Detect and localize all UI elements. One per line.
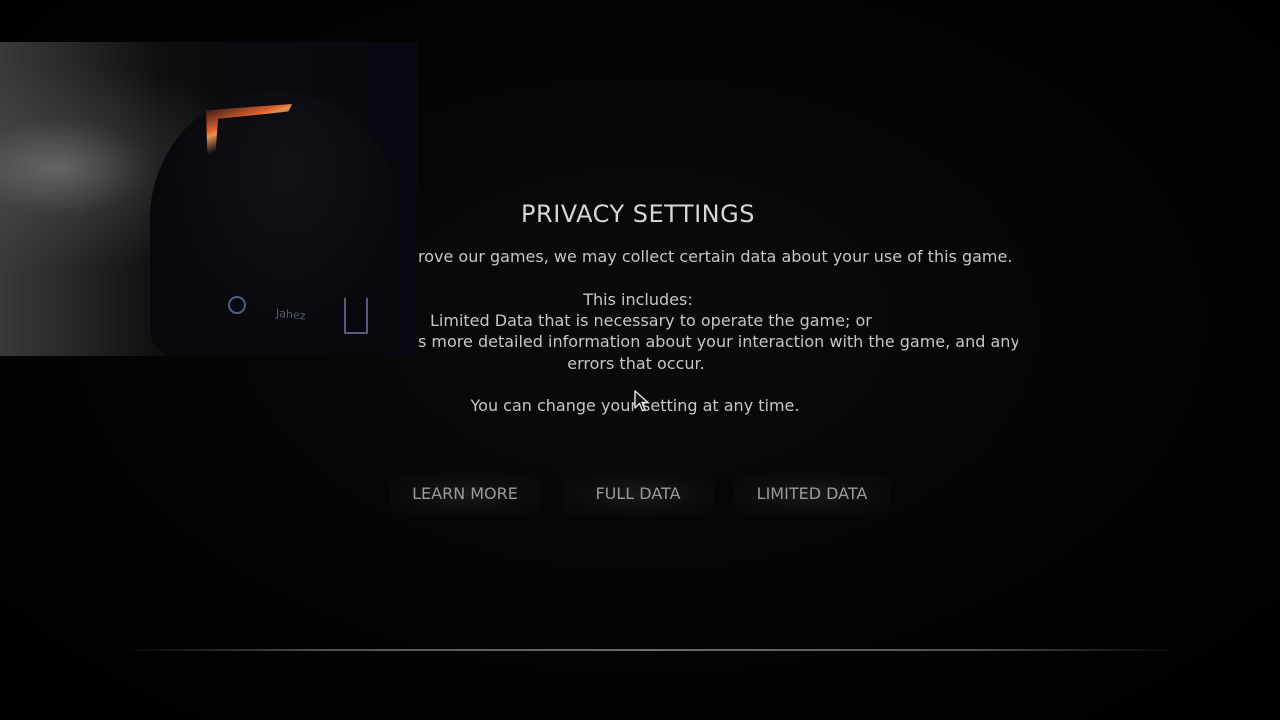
mouse-cursor-icon bbox=[634, 390, 649, 412]
full-data-button[interactable]: FULL DATA bbox=[562, 473, 714, 515]
game-screen: Jahez PRIVACY SETTINGS rove our games, w… bbox=[0, 0, 1280, 720]
button-row: LEARN MORE FULL DATA LIMITED DATA bbox=[390, 473, 890, 515]
limited-data-button[interactable]: LIMITED DATA bbox=[734, 473, 890, 515]
privacy-text-collect: rove our games, we may collect certain d… bbox=[418, 247, 1013, 266]
learn-more-button[interactable]: LEARN MORE bbox=[390, 473, 540, 515]
bottom-divider bbox=[120, 649, 1180, 651]
privacy-text-limited: Limited Data that is necessary to operat… bbox=[430, 311, 872, 330]
privacy-text-full: s more detailed information about your i… bbox=[418, 332, 1018, 351]
page-title: PRIVACY SETTINGS bbox=[521, 200, 755, 228]
privacy-text-errors: errors that occur. bbox=[567, 354, 705, 373]
privacy-text-includes: This includes: bbox=[583, 290, 693, 309]
